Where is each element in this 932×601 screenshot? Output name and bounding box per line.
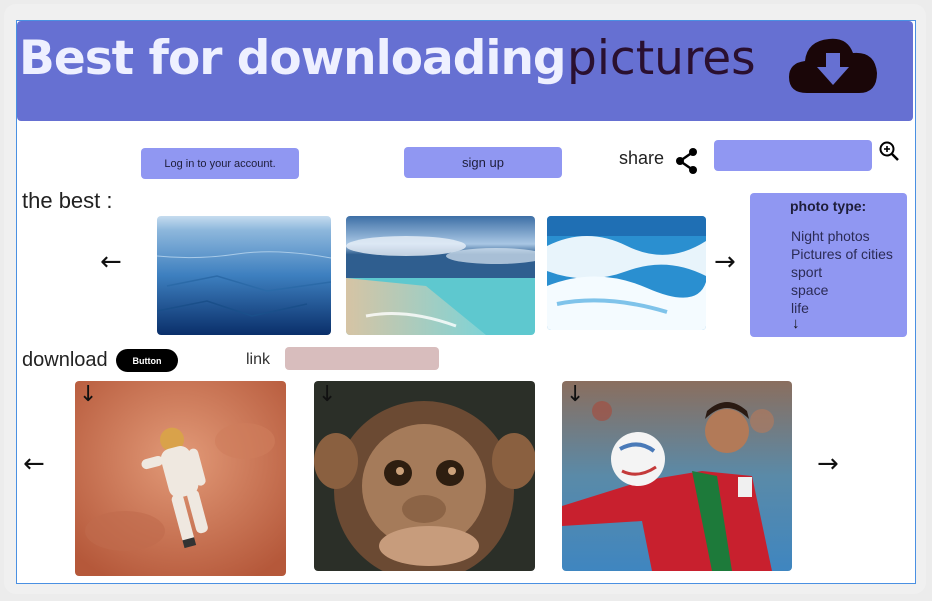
download-prev-arrow[interactable]: ← [23, 451, 45, 477]
search-input[interactable] [714, 140, 872, 171]
best-next-arrow[interactable]: → [714, 249, 736, 275]
title-bold: Best for downloading [19, 31, 567, 86]
photo-type-panel: photo type: Night photos Pictures of cit… [750, 193, 907, 337]
chevron-down-icon[interactable]: ↓ [792, 315, 800, 332]
ice-field-image[interactable] [157, 216, 331, 335]
download-arrow-icon[interactable]: ↓ [318, 384, 336, 406]
link-label: link [246, 351, 271, 368]
astronaut-image[interactable] [75, 381, 286, 576]
title-light: pictures [567, 31, 756, 86]
best-section-label: the best : [22, 188, 113, 213]
photo-type-title: photo type: [790, 198, 867, 214]
best-prev-arrow[interactable]: ← [100, 249, 122, 275]
photo-type-item[interactable]: sport [791, 263, 893, 281]
login-button[interactable]: Log in to your account. [141, 148, 299, 179]
photo-type-item[interactable]: Pictures of cities [791, 245, 893, 263]
share-icon[interactable] [673, 147, 701, 180]
signup-button[interactable]: sign up [404, 147, 562, 178]
zoom-in-icon[interactable] [878, 140, 900, 167]
download-arrow-icon[interactable]: ↓ [79, 384, 97, 406]
download-section-label: download [22, 349, 108, 371]
download-arrow-icon[interactable]: ↓ [566, 384, 584, 406]
photo-type-item[interactable]: space [791, 281, 893, 299]
download-button[interactable]: Button [116, 349, 178, 372]
photo-type-list: Night photos Pictures of cities sport sp… [791, 227, 893, 317]
monkey-image[interactable] [314, 381, 535, 571]
ocean-wave-image[interactable] [547, 216, 706, 330]
header-banner: Best for downloading pictures [17, 21, 913, 121]
cloud-download-icon[interactable] [787, 33, 879, 102]
photo-type-item[interactable]: Night photos [791, 227, 893, 245]
link-field[interactable] [285, 347, 439, 370]
footballer-image[interactable] [562, 381, 792, 571]
download-next-arrow[interactable]: → [817, 451, 839, 477]
photo-type-item[interactable]: life [791, 299, 893, 317]
beach-sky-image[interactable] [346, 216, 535, 335]
share-label: share [619, 148, 665, 168]
page-canvas: Best for downloading pictures Log in to … [16, 20, 916, 584]
